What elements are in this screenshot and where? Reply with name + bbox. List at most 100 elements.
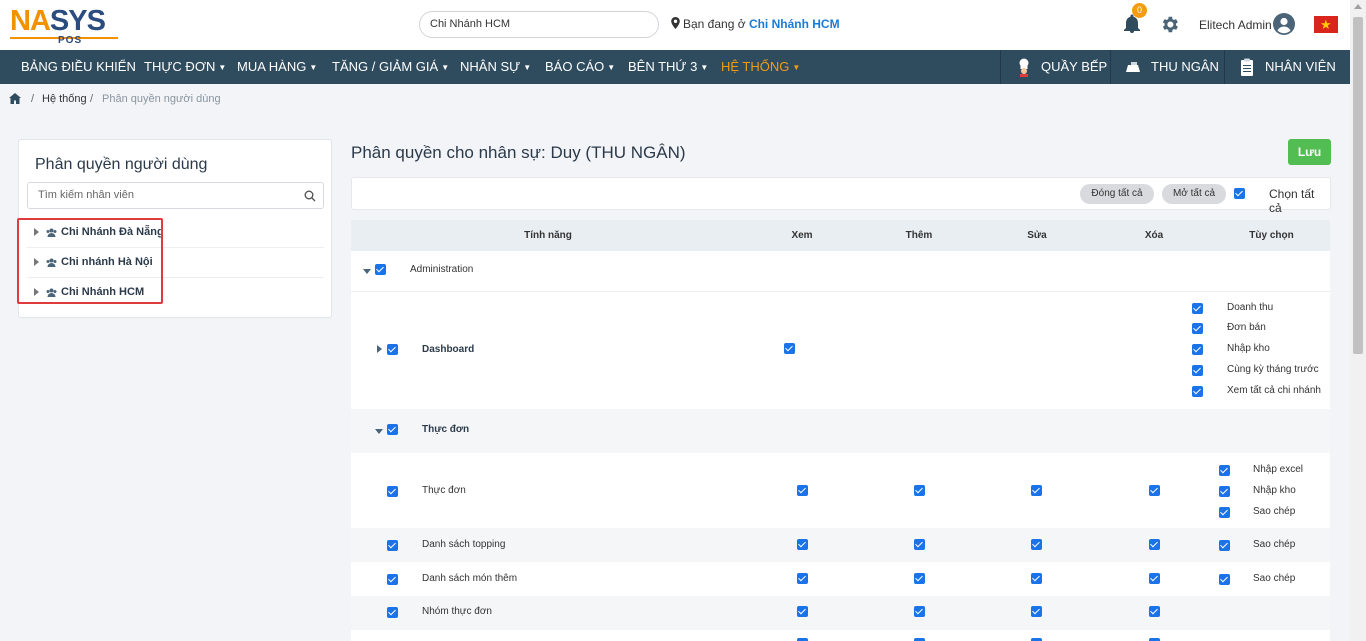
delete-checkbox[interactable] xyxy=(1149,573,1160,584)
group-label: Administration xyxy=(410,264,474,275)
caret-down-icon: ▼ xyxy=(218,63,227,72)
location-prefix: Bạn đang ở xyxy=(683,17,746,31)
employee-search-input[interactable]: Tìm kiếm nhân viên xyxy=(27,182,324,209)
row-checkbox[interactable] xyxy=(387,607,398,618)
user-name[interactable]: Elitech Admin xyxy=(1199,18,1272,32)
select-all-checkbox[interactable] xyxy=(1234,188,1245,199)
map-pin-icon xyxy=(671,17,680,29)
nav-discounts[interactable]: TĂNG / GIẢM GIÁ ▼ xyxy=(332,50,449,84)
nav-kitchen-counter[interactable]: QUẦY BẾP xyxy=(1000,50,1110,84)
add-checkbox[interactable] xyxy=(914,573,925,584)
nav-menu[interactable]: THỰC ĐƠN ▼ xyxy=(144,50,226,84)
option-label: Doanh thu xyxy=(1227,302,1274,313)
view-checkbox[interactable] xyxy=(797,539,808,550)
option-checkbox[interactable] xyxy=(1219,486,1230,497)
option-checkbox[interactable] xyxy=(1192,365,1203,376)
option-checkbox[interactable] xyxy=(1192,386,1203,397)
search-icon[interactable] xyxy=(304,190,316,202)
caret-down-icon[interactable] xyxy=(375,429,383,434)
logo-text-sys: SYS xyxy=(49,5,106,37)
table-row: Danh sách topping Sao chép xyxy=(351,528,1330,562)
nav-cashier[interactable]: THU NGÂN xyxy=(1110,50,1224,84)
cashier-register-icon xyxy=(1126,62,1140,72)
branch-selector-input[interactable]: Chi Nhánh HCM xyxy=(419,11,659,38)
highlight-annotation-box xyxy=(17,218,163,304)
top-header: NASYS POS Chi Nhánh HCM Bạn đang ở Chi N… xyxy=(0,0,1350,50)
gear-icon[interactable] xyxy=(1159,14,1180,35)
nav-dashboard[interactable]: BẢNG ĐIỀU KHIỂN xyxy=(21,50,136,84)
nav-system[interactable]: HỆ THỐNG ▼ xyxy=(721,50,800,84)
current-location: Bạn đang ở Chi Nhánh HCM xyxy=(671,17,840,31)
table-row xyxy=(351,630,1330,641)
panel-title: Phân quyền người dùng xyxy=(35,156,208,173)
option-label: Nhập kho xyxy=(1227,343,1270,354)
nav-purchasing[interactable]: MUA HÀNG ▼ xyxy=(237,50,317,84)
caret-down-icon: ▼ xyxy=(792,63,801,72)
table-row: Nhóm thực đơn xyxy=(351,596,1330,630)
page-scrollbar[interactable] xyxy=(1350,0,1366,641)
view-checkbox[interactable] xyxy=(797,485,808,496)
user-avatar-icon[interactable] xyxy=(1273,13,1295,35)
option-label: Đơn bán xyxy=(1227,322,1266,333)
option-checkbox[interactable] xyxy=(1219,507,1230,518)
row-checkbox[interactable] xyxy=(387,486,398,497)
row-checkbox[interactable] xyxy=(387,574,398,585)
nav-reports[interactable]: BÁO CÁO ▼ xyxy=(545,50,615,84)
caret-down-icon[interactable] xyxy=(363,269,371,274)
col-delete: Xóa xyxy=(1144,230,1164,241)
expand-all-button[interactable]: Mở tất cả xyxy=(1162,184,1226,204)
option-label: Xem tất cả chi nhánh xyxy=(1227,385,1321,396)
edit-checkbox[interactable] xyxy=(1031,539,1042,550)
row-label: Dashboard xyxy=(422,344,475,355)
col-feature: Tính năng xyxy=(524,230,572,241)
option-checkbox[interactable] xyxy=(1192,323,1203,334)
nav-staff[interactable]: NHÂN VIÊN xyxy=(1224,50,1350,84)
breadcrumb-system[interactable]: Hệ thống xyxy=(42,93,87,105)
view-checkbox[interactable] xyxy=(784,343,795,354)
group-checkbox[interactable] xyxy=(387,424,398,435)
nav-hr[interactable]: NHÂN SỰ ▼ xyxy=(460,50,531,84)
row-checkbox[interactable] xyxy=(387,344,398,355)
collapse-all-button[interactable]: Đóng tất cả xyxy=(1080,184,1154,204)
caret-down-icon: ▼ xyxy=(523,63,532,72)
option-label: Nhập kho xyxy=(1253,485,1296,496)
option-checkbox[interactable] xyxy=(1219,574,1230,585)
nav-third-party[interactable]: BÊN THỨ 3 ▼ xyxy=(628,50,708,84)
option-checkbox[interactable] xyxy=(1219,540,1230,551)
edit-checkbox[interactable] xyxy=(1031,606,1042,617)
option-checkbox[interactable] xyxy=(1192,344,1203,355)
breadcrumb-current: Phân quyền người dùng xyxy=(102,93,221,105)
scroll-up-icon[interactable] xyxy=(1354,4,1362,9)
option-label: Sao chép xyxy=(1253,506,1296,517)
permission-table: Tính năng Xem Thêm Sửa Xóa Tùy chọn Admi… xyxy=(351,220,1330,641)
edit-checkbox[interactable] xyxy=(1031,485,1042,496)
view-checkbox[interactable] xyxy=(797,573,808,584)
option-checkbox[interactable] xyxy=(1192,303,1203,314)
add-checkbox[interactable] xyxy=(914,539,925,550)
row-checkbox[interactable] xyxy=(387,540,398,551)
option-checkbox[interactable] xyxy=(1219,465,1230,476)
edit-checkbox[interactable] xyxy=(1031,573,1042,584)
scrollbar-thumb[interactable] xyxy=(1353,17,1363,354)
nasys-logo[interactable]: NASYS POS xyxy=(10,5,122,46)
add-checkbox[interactable] xyxy=(914,606,925,617)
add-checkbox[interactable] xyxy=(914,485,925,496)
group-row-menu: Thực đơn xyxy=(351,409,1330,453)
delete-checkbox[interactable] xyxy=(1149,606,1160,617)
col-edit: Sửa xyxy=(1027,230,1047,241)
save-button[interactable]: Lưu xyxy=(1288,139,1331,165)
caret-right-icon[interactable] xyxy=(377,345,382,353)
group-checkbox[interactable] xyxy=(375,264,386,275)
delete-checkbox[interactable] xyxy=(1149,485,1160,496)
row-label: Danh sách topping xyxy=(422,539,506,550)
view-checkbox[interactable] xyxy=(797,606,808,617)
option-label: Sao chép xyxy=(1253,539,1296,550)
vietnam-flag-icon[interactable]: ★ xyxy=(1314,16,1338,33)
home-icon[interactable] xyxy=(9,93,21,104)
col-options: Tùy chọn xyxy=(1249,230,1294,241)
group-label: Thực đơn xyxy=(422,424,470,435)
page-title: Phân quyền cho nhân sự: Duy (THU NGÂN) xyxy=(351,143,686,162)
notification-badge: 0 xyxy=(1132,3,1147,18)
delete-checkbox[interactable] xyxy=(1149,539,1160,550)
permission-toolbar: Đóng tất cả Mở tất cả Chọn tất cả xyxy=(351,177,1331,215)
